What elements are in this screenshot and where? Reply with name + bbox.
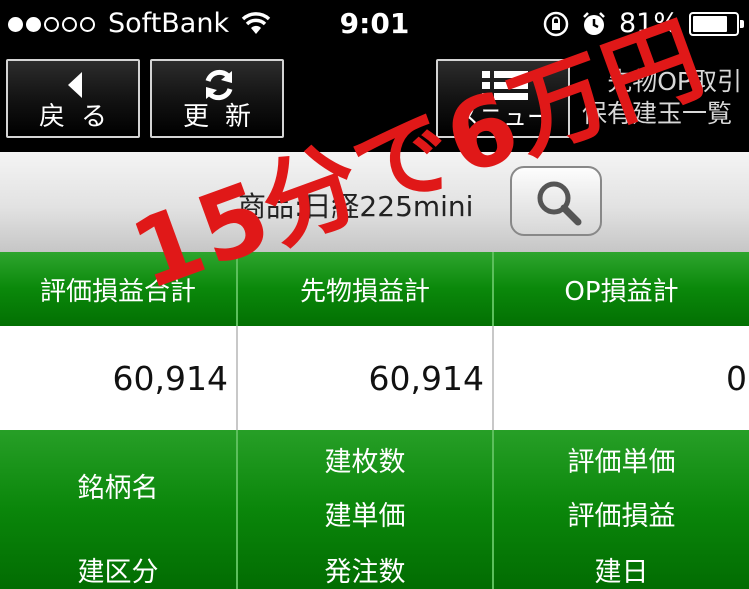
divider bbox=[492, 326, 494, 430]
back-arrow-icon bbox=[68, 72, 82, 98]
back-button-label: 戻る bbox=[38, 102, 123, 132]
detail-label-valuation-price: 評価単価 bbox=[567, 447, 676, 478]
value-futures-pl: 60,914 bbox=[368, 358, 484, 398]
detail-header-row: 銘柄名 建区分 建枚数 建単価 発注数 評価単価 評価損益 建日 bbox=[0, 430, 749, 589]
detail-label-order-qty: 発注数 bbox=[324, 557, 406, 588]
divider bbox=[492, 252, 494, 326]
rotation-lock-icon bbox=[543, 11, 569, 37]
detail-label-issue: 銘柄名 bbox=[77, 473, 159, 504]
divider bbox=[236, 430, 238, 589]
refresh-icon bbox=[205, 69, 233, 101]
back-button[interactable]: 戻る bbox=[6, 59, 140, 138]
value-op-pl: 0 bbox=[726, 358, 747, 398]
detail-label-position-type: 建区分 bbox=[77, 557, 159, 588]
header-op-pl: OP損益計 bbox=[564, 276, 679, 307]
summary-header-row: 評価損益合計 先物損益計 OP損益計 bbox=[0, 252, 749, 326]
battery-icon bbox=[689, 12, 744, 36]
refresh-button-label: 更新 bbox=[182, 102, 267, 132]
detail-label-valuation-pl: 評価損益 bbox=[567, 501, 676, 532]
summary-values-row: 60,914 60,914 0 bbox=[0, 326, 749, 430]
detail-col-valuation: 評価単価 評価損益 建日 bbox=[494, 430, 749, 589]
detail-label-quantity: 建枚数 bbox=[324, 447, 406, 478]
detail-col-quantity: 建枚数 建単価 発注数 bbox=[238, 430, 492, 589]
refresh-button[interactable]: 更新 bbox=[150, 59, 284, 138]
detail-col-issue: 銘柄名 建区分 bbox=[0, 430, 236, 589]
detail-label-entry-price: 建単価 bbox=[324, 501, 406, 532]
search-icon bbox=[537, 181, 582, 226]
divider bbox=[236, 326, 238, 430]
value-total-pl: 60,914 bbox=[112, 358, 228, 398]
detail-label-entry-date: 建日 bbox=[594, 557, 649, 588]
divider bbox=[492, 430, 494, 589]
